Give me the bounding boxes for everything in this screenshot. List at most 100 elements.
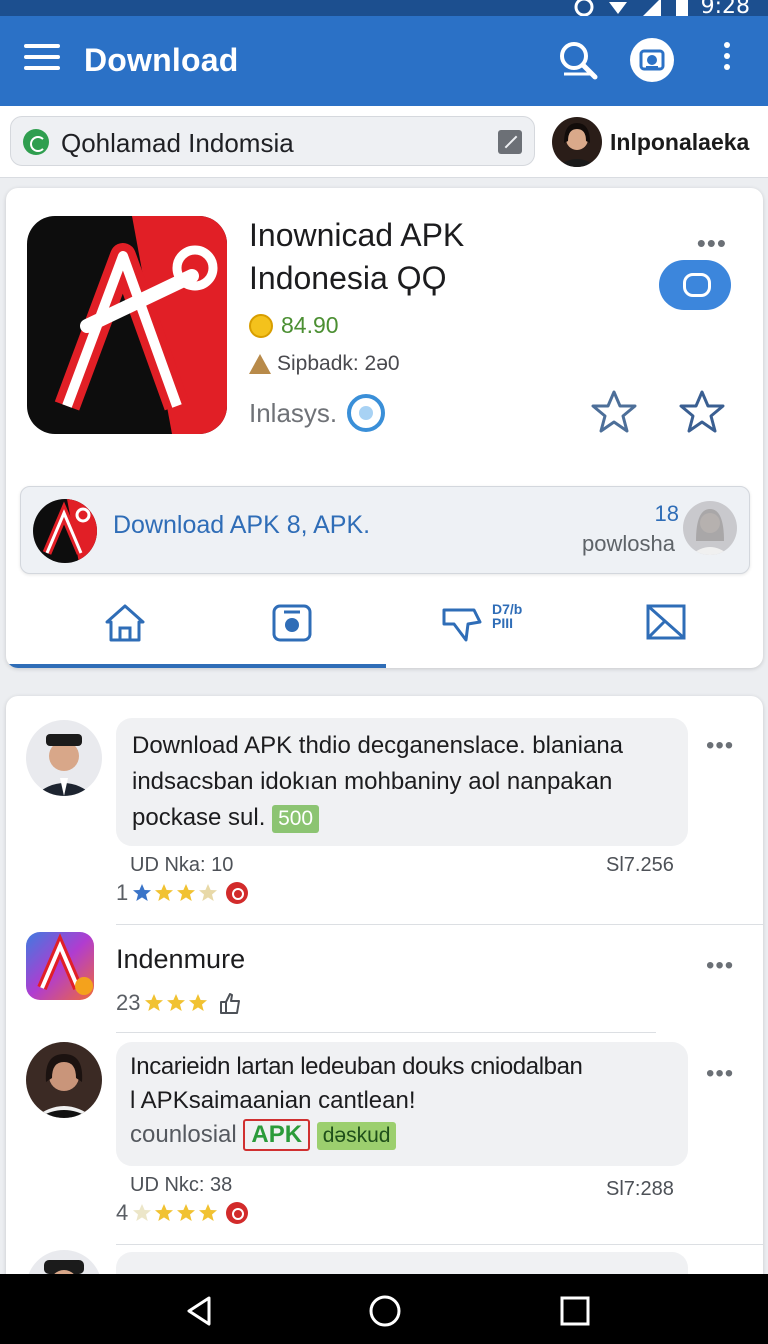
post-bubble[interactable]	[116, 1252, 688, 1276]
star-icon	[167, 994, 186, 1011]
home-icon	[105, 604, 145, 642]
post-bubble[interactable]: Incarieidn lartan ledeuban douks cniodal…	[116, 1042, 688, 1166]
download-count: 18	[654, 501, 679, 526]
star-outline-icon	[591, 390, 637, 433]
sync-icon	[347, 394, 386, 432]
battery-icon	[675, 0, 688, 17]
menu-icon[interactable]	[24, 44, 60, 74]
search-button[interactable]	[556, 38, 600, 82]
app-logo-small	[33, 499, 97, 563]
star-icon	[133, 1204, 152, 1221]
thumbs-up-icon[interactable]	[218, 991, 242, 1015]
search-input-value: Qohlamad Indomsia	[61, 128, 294, 158]
post-meta-left: UD Nka: 10	[130, 854, 234, 876]
thumbs-down-icon	[442, 608, 482, 642]
download-banner[interactable]: Download APK 8, APK. 18 powlosha	[20, 486, 750, 574]
avatar[interactable]	[26, 720, 102, 796]
screen: 9:28 Download Qohlamad Indomsia Inlponal…	[0, 0, 768, 1344]
recents-icon	[560, 1296, 590, 1326]
avatar	[683, 501, 737, 555]
app-name[interactable]: Indenmure	[116, 944, 245, 975]
app-card: Inownicad APK Indonesia ϘϘ 84.90 Sipbadk…	[6, 188, 763, 668]
home-circle-icon	[369, 1295, 401, 1327]
camera-button[interactable]	[630, 38, 674, 82]
image-icon	[646, 604, 686, 640]
tab-media[interactable]	[642, 598, 690, 646]
star-outline-icon	[679, 390, 725, 433]
app-title-line1: Inownicad APK	[249, 217, 465, 253]
post-more-button[interactable]: •••	[706, 732, 734, 760]
download-banner-label: Download APK 8, APK.	[113, 511, 371, 539]
star-icon	[177, 884, 196, 901]
divider	[116, 1244, 763, 1245]
installs-label: Inlasys.	[249, 397, 338, 428]
badge-icon	[226, 1202, 249, 1224]
notification-icon	[574, 0, 594, 16]
overflow-menu-button[interactable]	[712, 38, 742, 82]
star-icon	[199, 884, 218, 901]
post-tag-apk: APK	[243, 1119, 311, 1151]
system-nav-bar	[0, 1274, 768, 1344]
camera-icon	[639, 49, 665, 71]
chat-button[interactable]	[659, 260, 731, 310]
star-icon	[133, 884, 152, 901]
app-icon[interactable]	[26, 932, 94, 1000]
feed: Download APK thdio decganenslace. blania…	[6, 696, 763, 1276]
post-bubble[interactable]: Download APK thdio decganenslace. blania…	[116, 718, 688, 846]
rating-count: 23	[116, 990, 141, 1015]
refresh-icon	[23, 129, 49, 155]
home-button[interactable]	[368, 1294, 402, 1328]
post-tag: 500	[272, 804, 320, 833]
tab-feedback[interactable]: D7/b PIII	[438, 598, 522, 646]
download-banner-sub: powlosha	[582, 531, 675, 556]
badge-icon	[226, 882, 249, 904]
post-more-button[interactable]: •••	[706, 1060, 734, 1088]
star-icon	[199, 1204, 218, 1221]
post-text-line2: l APKsaimaanian cantlean!	[130, 1087, 416, 1114]
recents-button[interactable]	[558, 1294, 592, 1328]
post-meta-right: Sl7.256	[606, 854, 674, 876]
active-tab-indicator	[6, 664, 386, 668]
post-text: Download APK thdio decganenslace. blania…	[132, 732, 624, 831]
app-more-button[interactable]: •••	[706, 952, 734, 980]
back-icon	[187, 1296, 211, 1326]
favorite-star-button[interactable]	[590, 388, 638, 436]
warning-icon	[249, 354, 271, 374]
rate-star-button[interactable]	[678, 388, 726, 436]
tab-camera[interactable]	[268, 598, 316, 646]
app-title: Inownicad APK Indonesia ϘϘ	[249, 214, 629, 300]
signal-icon	[642, 0, 661, 16]
feedback-badge: D7/b PIII	[492, 601, 523, 631]
rating-count: 4	[116, 1200, 129, 1225]
post-rating: 1	[116, 880, 249, 906]
post-meta-right: Sl7:288	[606, 1178, 674, 1200]
avatar[interactable]	[26, 1250, 102, 1276]
star-icon	[189, 994, 208, 1011]
app-bar: Download	[0, 16, 768, 106]
status-bar: 9:28	[0, 0, 768, 19]
post-text-line1: Incarieidn lartan ledeuban douks cniodal…	[130, 1053, 583, 1080]
tab-bar: D7/b PIII	[6, 584, 763, 668]
installs-link[interactable]: Inlasys.	[249, 394, 386, 432]
user-name: Inlponalaeka	[610, 128, 750, 155]
card-more-button[interactable]: •••	[697, 228, 727, 259]
post-rating: 4	[116, 1200, 249, 1226]
search-input[interactable]: Qohlamad Indomsia	[10, 116, 535, 166]
app-title-line2: Indonesia ϘϘ	[249, 260, 447, 296]
post-meta-left: UD Nkc: 38	[130, 1174, 233, 1196]
coin-icon	[249, 313, 273, 338]
divider	[116, 1032, 656, 1033]
avatar	[552, 117, 602, 167]
tab-home[interactable]	[101, 598, 149, 646]
divider	[116, 924, 763, 925]
star-icon	[177, 1204, 196, 1221]
avatar[interactable]	[26, 1042, 102, 1118]
app-rating: 23	[116, 990, 242, 1016]
wifi-icon	[608, 1, 627, 14]
star-icon	[155, 1204, 174, 1221]
user-chip[interactable]: Inlponalaeka	[552, 116, 749, 168]
edit-icon[interactable]	[498, 130, 522, 154]
back-button[interactable]	[183, 1294, 217, 1328]
post-tag: dəskud	[316, 1121, 397, 1150]
app-logo[interactable]	[27, 216, 227, 434]
